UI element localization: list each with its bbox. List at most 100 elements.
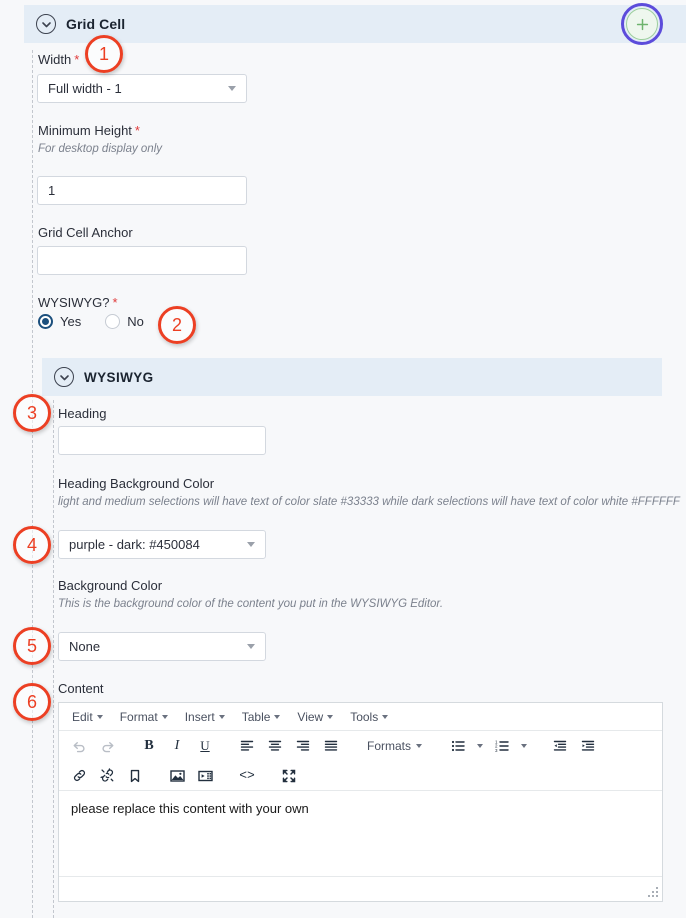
chevron-down-icon[interactable]: [54, 367, 74, 387]
editor-menubar: Edit Format Insert Table View Tools: [59, 703, 662, 731]
radio-option-no[interactable]: No: [105, 314, 144, 329]
underline-button[interactable]: U: [191, 734, 219, 758]
svg-text:3: 3: [495, 748, 498, 753]
redo-icon[interactable]: [93, 734, 121, 758]
menu-tools[interactable]: Tools: [343, 708, 395, 726]
chevron-down-icon: [247, 542, 255, 547]
outdent-icon[interactable]: [546, 734, 574, 758]
italic-button[interactable]: I: [163, 734, 191, 758]
resize-grip-icon[interactable]: [648, 887, 659, 898]
source-code-icon[interactable]: <>: [233, 764, 261, 788]
editor-toolbar-row-1: B I U Formats 123: [59, 731, 662, 761]
menu-edit[interactable]: Edit: [65, 708, 110, 726]
editor-content-text: please replace this content with your ow…: [71, 801, 309, 816]
indent-icon[interactable]: [574, 734, 602, 758]
undo-icon[interactable]: [65, 734, 93, 758]
numbered-list-icon[interactable]: 123: [488, 734, 516, 758]
source-code-glyph: <>: [239, 768, 255, 783]
bullet-list-caret-icon[interactable]: [472, 734, 488, 758]
form-guide-rail-outer: [32, 50, 33, 918]
menu-format-label: Format: [119, 709, 158, 724]
caret-down-icon: [382, 714, 389, 719]
heading-input[interactable]: [58, 426, 266, 455]
formats-dropdown[interactable]: Formats: [359, 734, 430, 758]
menu-view[interactable]: View: [290, 708, 340, 726]
menu-edit-label: Edit: [72, 709, 93, 724]
bold-button[interactable]: B: [135, 734, 163, 758]
unlink-icon[interactable]: [93, 764, 121, 788]
caret-down-icon: [161, 714, 168, 719]
width-label: Width *: [38, 52, 79, 67]
caret-down-icon: [96, 714, 103, 719]
fullscreen-icon[interactable]: [275, 764, 303, 788]
bold-icon: B: [144, 738, 154, 753]
menu-tools-label: Tools: [350, 709, 379, 724]
wysiwyg-section-header[interactable]: WYSIWYG: [42, 358, 662, 396]
wysiwyg-question-label-text: WYSIWYG?: [38, 295, 110, 310]
grid-cell-anchor-label: Grid Cell Anchor: [38, 225, 133, 240]
align-left-icon[interactable]: [233, 734, 261, 758]
background-color-value: None: [69, 639, 101, 654]
chevron-down-icon: [228, 86, 236, 91]
minimum-height-label-text: Minimum Height: [38, 123, 132, 138]
wysiwyg-section-title: WYSIWYG: [84, 369, 154, 385]
wysiwyg-editor: Edit Format Insert Table View Tools B I …: [58, 702, 663, 902]
add-grid-cell-button[interactable]: [626, 8, 658, 40]
radio-dot-yes[interactable]: [38, 314, 53, 329]
italic-icon: I: [174, 738, 180, 753]
formats-label: Formats: [367, 739, 412, 753]
heading-label: Heading: [58, 406, 107, 421]
menu-insert-label: Insert: [184, 709, 215, 724]
minimum-height-help-text: For desktop display only: [38, 143, 163, 155]
align-right-icon[interactable]: [289, 734, 317, 758]
menu-table-label: Table: [241, 709, 271, 724]
radio-label-no: No: [127, 314, 144, 329]
radio-dot-no[interactable]: [105, 314, 121, 329]
background-color-select[interactable]: None: [58, 632, 266, 661]
align-justify-icon[interactable]: [317, 734, 345, 758]
heading-background-color-select[interactable]: purple - dark: #450084: [58, 530, 266, 559]
underline-icon: U: [200, 738, 210, 753]
minimum-height-label: Minimum Height *: [38, 123, 140, 138]
plus-icon: [636, 18, 648, 30]
caret-down-icon: [327, 714, 334, 719]
wysiwyg-question-label: WYSIWYG? *: [38, 295, 118, 310]
link-icon[interactable]: [65, 764, 93, 788]
radio-option-yes[interactable]: Yes: [38, 314, 81, 329]
heading-background-color-value: purple - dark: #450084: [69, 537, 200, 552]
editor-statusbar: [59, 876, 662, 901]
required-asterisk: *: [134, 123, 140, 138]
align-center-icon[interactable]: [261, 734, 289, 758]
caret-down-icon: [416, 744, 423, 748]
numbered-list-caret-icon[interactable]: [516, 734, 532, 758]
width-label-text: Width: [38, 52, 72, 67]
bullet-list-icon[interactable]: [444, 734, 472, 758]
menu-view-label: View: [297, 709, 324, 724]
background-color-help-text: This is the background color of the cont…: [58, 598, 444, 610]
menu-table[interactable]: Table: [235, 708, 288, 726]
width-select[interactable]: Full width - 1: [37, 74, 247, 103]
radio-label-yes: Yes: [60, 314, 82, 329]
minimum-height-input[interactable]: [37, 176, 247, 205]
anchor-bookmark-icon[interactable]: [121, 764, 149, 788]
heading-background-color-help-text: light and medium selections will have te…: [58, 496, 680, 508]
heading-background-color-label: Heading Background Color: [58, 476, 215, 491]
form-guide-rail-inner: [53, 400, 54, 918]
required-asterisk: *: [74, 52, 80, 67]
wysiwyg-radio-group: Yes No: [38, 314, 144, 329]
grid-cell-anchor-input[interactable]: [37, 246, 247, 275]
grid-cell-section-header[interactable]: Grid Cell: [24, 5, 686, 43]
chevron-down-icon: [247, 644, 255, 649]
content-label: Content: [58, 681, 104, 696]
media-icon[interactable]: [191, 764, 219, 788]
caret-down-icon: [218, 714, 225, 719]
annotation-badge-2: 2: [158, 306, 196, 344]
editor-content-area[interactable]: please replace this content with your ow…: [59, 791, 662, 876]
editor-toolbar-row-2: <>: [59, 761, 662, 791]
image-icon[interactable]: [163, 764, 191, 788]
caret-down-icon: [274, 714, 281, 719]
background-color-label: Background Color: [58, 578, 163, 593]
chevron-down-icon[interactable]: [36, 14, 56, 34]
menu-format[interactable]: Format: [113, 708, 175, 726]
menu-insert[interactable]: Insert: [178, 708, 232, 726]
